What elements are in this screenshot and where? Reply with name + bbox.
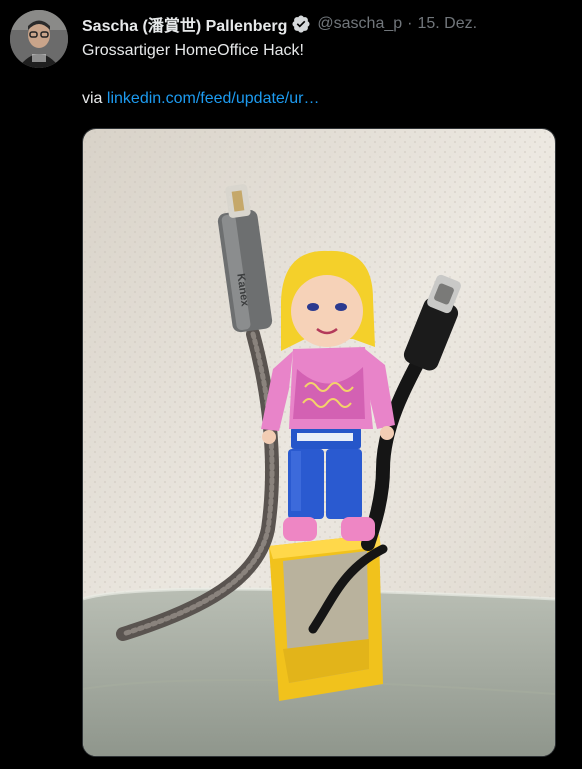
tweet-text-line: Grossartiger HomeOffice Hack! [82, 42, 304, 59]
separator-dot: · [407, 15, 413, 32]
tweet-via-line: via linkedin.com/feed/update/ur… [82, 89, 562, 109]
tweet-text: Grossartiger HomeOffice Hack! via linked… [82, 41, 562, 109]
author-handle[interactable]: @sascha_p [317, 15, 402, 33]
tweet-header: Sascha (潘賞世) Pallenberg @sascha_p · 15. … [82, 12, 477, 36]
tweet-media-photo[interactable]: Kanex [82, 128, 556, 757]
avatar-image [10, 10, 68, 68]
photo-image: Kanex [83, 129, 555, 756]
tweet-link[interactable]: linkedin.com/feed/update/ur… [107, 90, 320, 107]
verified-badge-icon[interactable] [291, 14, 311, 34]
author-name[interactable]: Sascha (潘賞世) Pallenberg [82, 12, 287, 36]
avatar[interactable] [10, 10, 68, 68]
tweet-date[interactable]: 15. Dez. [417, 15, 477, 33]
via-label: via [82, 90, 103, 107]
